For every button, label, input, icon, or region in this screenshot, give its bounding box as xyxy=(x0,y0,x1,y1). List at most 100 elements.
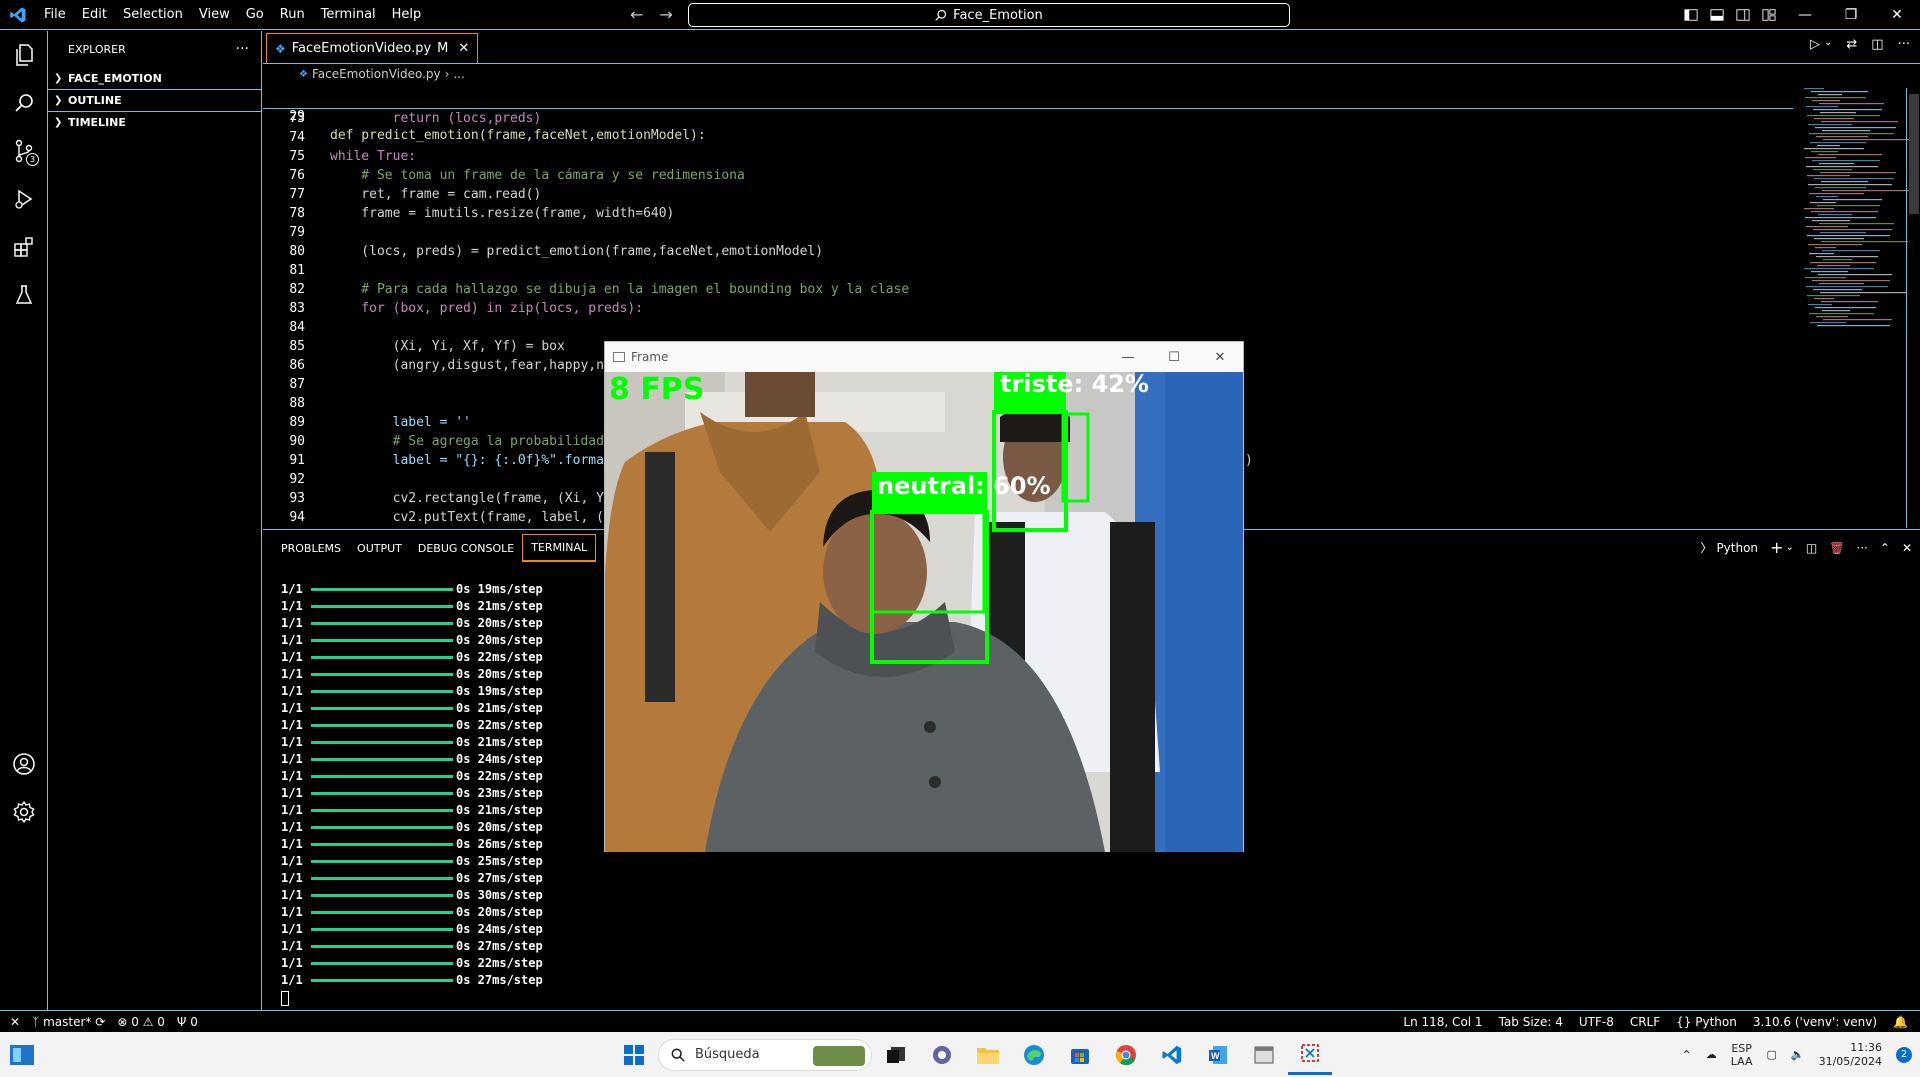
toggle-secondary-sidebar-icon[interactable] xyxy=(1730,0,1756,30)
cursor-position[interactable]: Ln 118, Col 1 xyxy=(1403,1015,1482,1029)
code-line[interactable]: 77 ret, frame = cam.read() xyxy=(263,185,1793,204)
onedrive-cloud-icon[interactable]: ☁ xyxy=(1706,1048,1717,1061)
notification-badge[interactable]: 2 xyxy=(1896,1046,1912,1063)
menu-go[interactable]: Go xyxy=(238,7,272,22)
tab-problems[interactable]: PROBLEMS xyxy=(273,534,349,562)
tab-terminal[interactable]: TERMINAL xyxy=(522,534,597,562)
more-actions-icon[interactable]: ··· xyxy=(1898,37,1910,52)
forward-arrow-icon[interactable]: → xyxy=(659,5,672,24)
menu-terminal[interactable]: Terminal xyxy=(313,7,384,22)
terminal-instance-name[interactable]: Python xyxy=(1716,541,1758,555)
more-actions-icon[interactable]: ··· xyxy=(236,41,249,57)
minimap[interactable] xyxy=(1800,88,1910,328)
widgets-icon[interactable] xyxy=(0,1035,44,1075)
word-icon[interactable]: W xyxy=(1196,1035,1240,1075)
encoding[interactable]: UTF-8 xyxy=(1579,1015,1614,1029)
sidebar-section-face-emotion[interactable]: ❯ FACE_EMOTION xyxy=(48,67,261,89)
settings-gear-icon[interactable] xyxy=(0,788,48,836)
code-line[interactable]: 84 xyxy=(263,318,1793,337)
close-panel-icon[interactable]: ✕ xyxy=(1902,541,1912,555)
maximize-panel-chevron-icon[interactable]: ⌃ xyxy=(1880,541,1890,555)
frame-title-bar[interactable]: Frame — ☐ ✕ xyxy=(605,342,1243,372)
opencv-frame-window[interactable]: Frame — ☐ ✕ 8 FPS triste: 42% neutral: 6… xyxy=(604,341,1244,852)
code-line[interactable]: 76 # Se toma un frame de la cámara y se … xyxy=(263,166,1793,185)
extensions-icon[interactable] xyxy=(0,223,48,271)
end-of-line[interactable]: CRLF xyxy=(1630,1015,1660,1029)
task-view-icon[interactable] xyxy=(874,1035,918,1075)
code-line[interactable]: 73 return (locs,preds) xyxy=(263,109,1793,128)
show-hidden-icons-chevron-icon[interactable]: ⌃ xyxy=(1682,1048,1692,1062)
remote-indicator-icon[interactable]: ✕ xyxy=(10,1015,20,1029)
open-changes-icon[interactable]: ⇄ xyxy=(1846,37,1857,52)
volume-icon[interactable]: 🔈 xyxy=(1791,1048,1805,1061)
branch-indicator[interactable]: ᛉ master* ⟳ xyxy=(32,1015,105,1029)
taskbar-search[interactable]: Búsqueda xyxy=(658,1038,872,1071)
tab-size[interactable]: Tab Size: 4 xyxy=(1499,1015,1563,1029)
menu-run[interactable]: Run xyxy=(272,7,313,22)
problems-indicator[interactable]: ⊗ 0 ⚠ 0 xyxy=(117,1015,165,1029)
breadcrumb-rest[interactable]: ... xyxy=(453,67,464,81)
edge-browser-icon[interactable] xyxy=(1012,1035,1056,1075)
menu-edit[interactable]: Edit xyxy=(74,7,115,22)
code-line[interactable]: 79 xyxy=(263,223,1793,242)
app-window-icon[interactable] xyxy=(1242,1035,1286,1075)
code-line[interactable]: 82 # Para cada hallazgo se dibuja en la … xyxy=(263,280,1793,299)
python-interpreter[interactable]: 3.10.6 ('venv': venv) xyxy=(1753,1015,1877,1029)
source-control-icon[interactable]: 3 xyxy=(0,127,48,175)
explorer-icon[interactable] xyxy=(0,31,48,79)
code-line[interactable]: 80 (locs, preds) = predict_emotion(frame… xyxy=(263,242,1793,261)
testing-flask-icon[interactable] xyxy=(0,271,48,319)
minimize-button[interactable]: — xyxy=(1782,0,1828,30)
chrome-browser-icon[interactable] xyxy=(1104,1035,1148,1075)
tab-output[interactable]: OUTPUT xyxy=(349,534,410,562)
restore-button[interactable]: ❐ xyxy=(1828,0,1874,30)
network-icon[interactable]: ▢ xyxy=(1766,1048,1776,1061)
code-line[interactable]: 74 xyxy=(263,128,1793,147)
toggle-panel-icon[interactable] xyxy=(1704,0,1730,30)
notifications-bell-icon[interactable]: 🔔 xyxy=(1893,1015,1908,1029)
back-arrow-icon[interactable]: ← xyxy=(630,5,643,24)
terminal-output[interactable]: 1/1 0s 19ms/step 1/1 0s 21ms/step 1/1 0s 20ms… xyxy=(281,581,543,1006)
menu-view[interactable]: View xyxy=(191,7,238,22)
command-center-search[interactable]: Face_Emotion xyxy=(688,3,1290,27)
code-line[interactable]: 81 xyxy=(263,261,1793,280)
breadcrumb-file[interactable]: FaceEmotionVideo.py xyxy=(312,67,441,81)
frame-maximize-button[interactable]: ☐ xyxy=(1151,342,1197,372)
close-tab-icon[interactable]: ✕ xyxy=(458,41,469,56)
teams-chat-icon[interactable] xyxy=(920,1035,964,1075)
ports-indicator[interactable]: Ψ 0 xyxy=(177,1015,198,1029)
split-editor-icon[interactable]: ◫ xyxy=(1871,37,1883,52)
terminal-dropdown-chevron-icon[interactable]: ⌄ xyxy=(1785,542,1793,553)
sidebar-section-timeline[interactable]: ❯ TIMELINE xyxy=(48,111,261,133)
sticky-scroll-line[interactable]: 29 def predict_emotion(frame,faceNet,emo… xyxy=(263,88,1793,143)
file-explorer-icon[interactable] xyxy=(966,1035,1010,1075)
start-windows-icon[interactable] xyxy=(612,1035,656,1075)
kill-terminal-trash-icon[interactable]: 🗑 xyxy=(1829,541,1844,555)
language-mode[interactable]: {} Python xyxy=(1676,1015,1737,1029)
split-terminal-icon[interactable]: ◫ xyxy=(1806,541,1817,555)
code-line[interactable]: 75 while True: xyxy=(263,147,1793,166)
run-debug-icon[interactable] xyxy=(0,175,48,223)
frame-minimize-button[interactable]: — xyxy=(1105,342,1151,372)
clock[interactable]: 11:36 31/05/2024 xyxy=(1819,1041,1882,1069)
run-dropdown-chevron-icon[interactable]: ⌄ xyxy=(1824,37,1832,52)
sidebar-section-outline[interactable]: ❯ OUTLINE xyxy=(48,89,261,111)
tab-debug-console[interactable]: DEBUG CONSOLE xyxy=(410,534,522,562)
menu-selection[interactable]: Selection xyxy=(115,7,191,22)
run-python-file-icon[interactable]: ▷ xyxy=(1810,37,1820,52)
frame-close-button[interactable]: ✕ xyxy=(1197,342,1243,372)
customize-layout-icon[interactable] xyxy=(1756,0,1782,30)
menu-file[interactable]: File xyxy=(36,7,74,22)
code-line[interactable]: 78 frame = imutils.resize(frame, width=6… xyxy=(263,204,1793,223)
new-terminal-icon[interactable]: + xyxy=(1770,538,1783,557)
accounts-icon[interactable] xyxy=(0,740,48,788)
toggle-sidebar-icon[interactable] xyxy=(1678,0,1704,30)
tab-face-emotion-video[interactable]: ❖ FaceEmotionVideo.py M ✕ xyxy=(266,33,479,63)
snipping-tool-icon[interactable] xyxy=(1288,1035,1332,1075)
editor-scrollbar[interactable] xyxy=(1906,88,1920,528)
language-indicator[interactable]: ESP LAA xyxy=(1731,1042,1753,1068)
close-window-button[interactable]: ✕ xyxy=(1874,0,1920,30)
menu-help[interactable]: Help xyxy=(384,7,430,22)
search-icon[interactable] xyxy=(0,79,48,127)
vscode-taskbar-icon[interactable] xyxy=(1150,1035,1194,1075)
